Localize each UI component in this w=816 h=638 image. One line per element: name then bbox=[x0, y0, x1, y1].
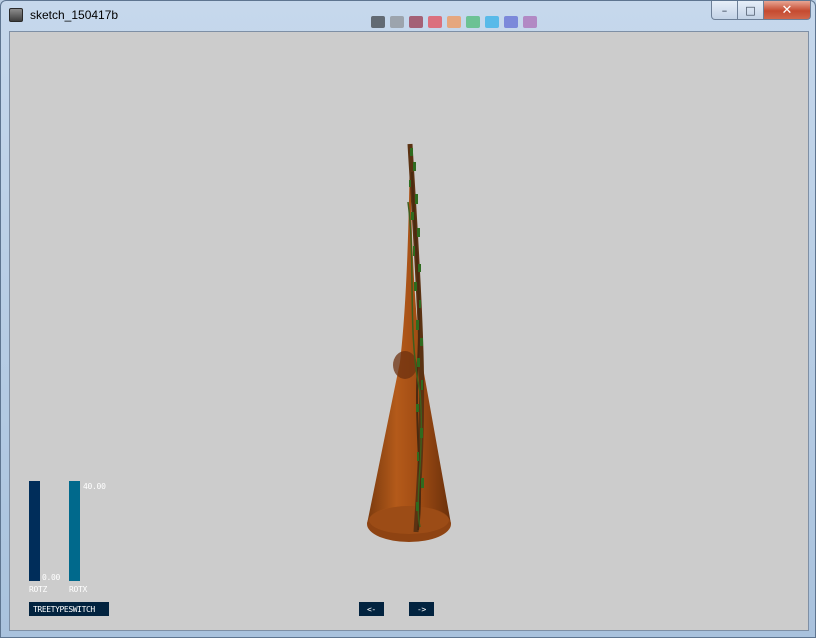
background-swatches bbox=[371, 13, 542, 29]
tree-scene bbox=[367, 142, 451, 542]
window-controls: – □ ✕ bbox=[711, 1, 811, 21]
background-swatch bbox=[428, 16, 442, 28]
minimize-button[interactable]: – bbox=[711, 1, 738, 20]
background-swatch bbox=[485, 16, 499, 28]
close-icon: ✕ bbox=[781, 2, 793, 18]
rotx-value: 40.00 bbox=[83, 482, 106, 491]
title-bar[interactable]: sketch_150417b – □ ✕ bbox=[1, 1, 816, 29]
sketch-canvas[interactable]: 0.00 ROTZ 40.00 ROTX TREETYPESWITCH <- -… bbox=[9, 31, 809, 631]
rotx-label: ROTX bbox=[69, 585, 88, 594]
close-button[interactable]: ✕ bbox=[764, 1, 811, 20]
background-swatch bbox=[409, 16, 423, 28]
rotz-track bbox=[29, 481, 40, 581]
app-icon bbox=[9, 8, 23, 22]
maximize-button[interactable]: □ bbox=[738, 1, 764, 20]
background-swatch bbox=[504, 16, 518, 28]
window-title: sketch_150417b bbox=[30, 8, 119, 22]
rotz-label: ROTZ bbox=[29, 585, 48, 594]
treetype-switch-button[interactable]: TREETYPESWITCH bbox=[29, 602, 109, 616]
background-swatch bbox=[523, 16, 537, 28]
app-window: sketch_150417b – □ ✕ 0.00 ROTZ 40.00 ROT… bbox=[0, 0, 816, 638]
prev-button[interactable]: <- bbox=[359, 602, 384, 616]
cone-trunk bbox=[367, 142, 451, 542]
rotz-slider[interactable] bbox=[29, 481, 40, 581]
rotx-fill bbox=[69, 481, 80, 581]
background-swatch bbox=[447, 16, 461, 28]
background-swatch bbox=[371, 16, 385, 28]
rotx-slider[interactable] bbox=[69, 481, 80, 581]
minimize-icon: – bbox=[721, 3, 728, 17]
rotz-value: 0.00 bbox=[42, 573, 61, 582]
maximize-icon: □ bbox=[745, 3, 756, 17]
background-swatch bbox=[390, 16, 404, 28]
background-swatch bbox=[466, 16, 480, 28]
next-button[interactable]: -> bbox=[409, 602, 434, 616]
